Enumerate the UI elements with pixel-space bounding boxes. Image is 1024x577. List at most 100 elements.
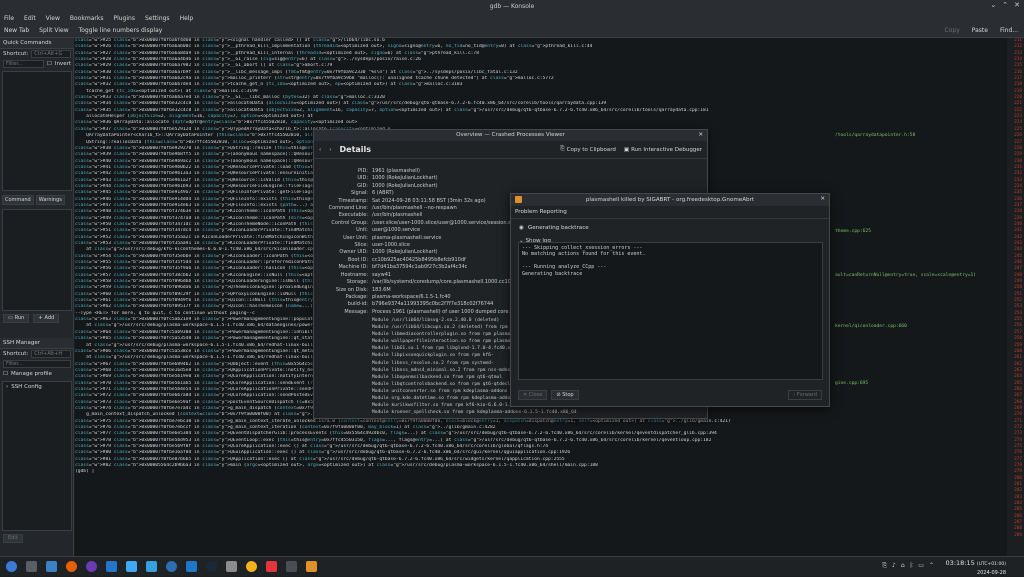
new-tab-button[interactable]: New Tab bbox=[4, 27, 29, 34]
network-icon[interactable]: ⌂ bbox=[901, 562, 905, 570]
taskbar: ⎘ ♪ ⌂ ᛒ ▭ ⌃ 03:18:15 (UTC+01:00) 2024-09… bbox=[0, 556, 1024, 576]
manage-profile-checkbox[interactable]: ☐ bbox=[3, 371, 8, 377]
problem-reporting-dialog: plasmashell killed by SIGABRT - org.free… bbox=[510, 193, 830, 407]
list-item[interactable]: › SSH Config bbox=[3, 382, 71, 392]
terminal-line-fragment: gine.cpp:695 bbox=[835, 380, 869, 386]
shortcut-row: Shortcut: Ctrl+Alt+G bbox=[0, 49, 74, 59]
menu-settings[interactable]: Settings bbox=[145, 15, 170, 22]
crash-dialog-titlebar: Overview — Crashed Processes Viewer ✕ bbox=[314, 130, 707, 141]
window-controls: ⌄ ⌃ ✕ bbox=[990, 1, 1020, 9]
ssh-config-label: SSH Config bbox=[11, 384, 42, 390]
back-icon[interactable]: ‹ bbox=[319, 147, 321, 153]
detail-key: Unit: bbox=[356, 227, 368, 234]
menu-help[interactable]: Help bbox=[180, 15, 194, 22]
detail-key: Machine ID: bbox=[338, 264, 368, 271]
report-log: --- Skipping collect_xsession_errors ---… bbox=[518, 242, 823, 380]
menu-bookmarks[interactable]: Bookmarks bbox=[70, 15, 104, 22]
tab-warnings[interactable]: Warnings bbox=[35, 195, 65, 205]
telegram-icon[interactable] bbox=[146, 561, 157, 572]
filter-input[interactable]: Filter... bbox=[3, 60, 44, 68]
ssh-manager-header: SSH Manager bbox=[0, 338, 74, 349]
clock-time: 03:18:15 bbox=[945, 559, 975, 567]
safari-icon[interactable] bbox=[166, 561, 177, 572]
tray-expand-icon[interactable]: ⌃ bbox=[929, 562, 934, 570]
abrt-icon[interactable] bbox=[306, 561, 317, 572]
minimize-icon[interactable]: ⌄ bbox=[990, 1, 996, 9]
toggle-line-numbers-button[interactable]: Toggle line numbers display bbox=[79, 27, 163, 34]
spinner-icon: ◉ bbox=[519, 225, 524, 231]
paste-button[interactable]: Paste bbox=[972, 27, 988, 34]
detail-value: 6 (ABRT) bbox=[372, 190, 394, 197]
forward-button[interactable]: › Forward bbox=[788, 390, 822, 400]
discover-icon[interactable] bbox=[126, 561, 137, 572]
toolbar: New Tab Split View Toggle line numbers d… bbox=[0, 24, 1024, 38]
left-panel: Quick Commands Shortcut: Ctrl+Alt+G Filt… bbox=[0, 38, 74, 556]
firefox-icon[interactable] bbox=[66, 561, 77, 572]
steam-icon[interactable] bbox=[206, 561, 217, 572]
bluetooth-icon[interactable]: ᛒ bbox=[910, 562, 914, 570]
shortcut-input[interactable]: Ctrl+Alt+G bbox=[31, 50, 71, 58]
abrt-app-icon bbox=[515, 196, 522, 203]
file-manager-icon[interactable] bbox=[46, 561, 57, 572]
system-settings-icon[interactable] bbox=[186, 561, 197, 572]
module-line: Module krunner_spellcheck.so from rpm kd… bbox=[372, 410, 577, 416]
command-editor[interactable] bbox=[2, 209, 72, 311]
detail-key: Executable: bbox=[338, 212, 368, 219]
app-launcher-icon[interactable] bbox=[6, 561, 17, 572]
detail-key: Storage: bbox=[346, 279, 368, 286]
detail-value: b796e9374a11993395c0bc2f7f7e318c02f76744 bbox=[372, 301, 494, 308]
close-button[interactable]: ✕ Close bbox=[518, 390, 548, 400]
add-icon: + bbox=[38, 315, 43, 321]
copy-to-clipboard-button[interactable]: ⎘ Copy to Clipboard bbox=[560, 146, 616, 153]
run-button[interactable]: ▭ Run bbox=[3, 313, 30, 323]
close-icon[interactable]: ✕ bbox=[698, 130, 703, 141]
detail-key: Hostname: bbox=[340, 271, 368, 278]
volume-icon[interactable]: ♪ bbox=[892, 562, 896, 570]
detail-key: Command Line: bbox=[328, 205, 368, 212]
run-debugger-button[interactable]: ▣ Run Interactive Debugger bbox=[624, 147, 702, 153]
menu-file[interactable]: File bbox=[4, 15, 14, 22]
detail-value: user-1000.slice bbox=[372, 242, 410, 249]
terminal-line-fragment: theme.cpp:625 bbox=[835, 228, 871, 234]
terminal-line: (gdb) | bbox=[75, 469, 95, 475]
ssh-list[interactable]: › SSH Config bbox=[2, 381, 72, 531]
pager-icon[interactable] bbox=[26, 561, 37, 572]
debugger-icon: ▣ bbox=[623, 146, 630, 153]
stop-button[interactable]: ⊘ Stop bbox=[551, 390, 579, 400]
invert-checkbox[interactable]: ☐ bbox=[47, 61, 52, 67]
quick-commands-list[interactable] bbox=[2, 71, 72, 191]
forward-icon[interactable]: › bbox=[329, 147, 331, 153]
detail-value: 183.6M bbox=[372, 286, 391, 293]
menu-view[interactable]: View bbox=[46, 15, 60, 22]
media-icon[interactable] bbox=[266, 561, 277, 572]
crash-dialog-nav: ‹ › Details ⎘ Copy to Clipboard ▣ Run Inte… bbox=[314, 141, 707, 159]
detail-key: Owner UID: bbox=[339, 249, 368, 256]
vscode-icon[interactable] bbox=[106, 561, 117, 572]
browser-icon[interactable] bbox=[86, 561, 97, 572]
battery-icon[interactable]: ▭ bbox=[918, 562, 924, 570]
copy-button[interactable]: Copy bbox=[945, 27, 960, 34]
add-button[interactable]: + Add bbox=[33, 313, 60, 323]
plasma-icon[interactable] bbox=[226, 561, 237, 572]
konsole-icon[interactable] bbox=[286, 561, 297, 572]
menu-plugins[interactable]: Plugins bbox=[113, 15, 135, 22]
ssh-shortcut-input[interactable]: Ctrl+Alt+H bbox=[31, 350, 71, 358]
maximize-icon[interactable]: ⌃ bbox=[1002, 1, 1008, 9]
chat-icon[interactable] bbox=[246, 561, 257, 572]
close-icon[interactable]: ✕ bbox=[820, 196, 825, 202]
line-number: 289 bbox=[1014, 532, 1022, 538]
manage-profile-row: ☐ Manage profile bbox=[0, 369, 74, 379]
tab-command[interactable]: Command bbox=[2, 195, 34, 205]
ssh-filter-input[interactable]: Filter... bbox=[3, 360, 71, 368]
find-button[interactable]: Find... bbox=[1000, 27, 1018, 34]
clipboard-tray-icon[interactable]: ⎘ bbox=[882, 562, 887, 570]
detail-value: 1000 (RokeJulianLockhart) bbox=[372, 249, 438, 256]
menu-edit[interactable]: Edit bbox=[24, 15, 36, 22]
split-view-button[interactable]: Split View bbox=[39, 27, 68, 34]
clipboard-icon: ⎘ bbox=[560, 146, 565, 152]
detail-value: plasma-plasmashell.service bbox=[372, 234, 442, 241]
close-icon[interactable]: ✕ bbox=[1014, 1, 1020, 9]
detail-value: 1000 (RokeJulianLockhart) bbox=[372, 182, 438, 189]
edit-button[interactable]: Edit bbox=[3, 533, 23, 543]
clock[interactable]: 03:18:15 (UTC+01:00) 2024-09-28 bbox=[946, 559, 1006, 577]
